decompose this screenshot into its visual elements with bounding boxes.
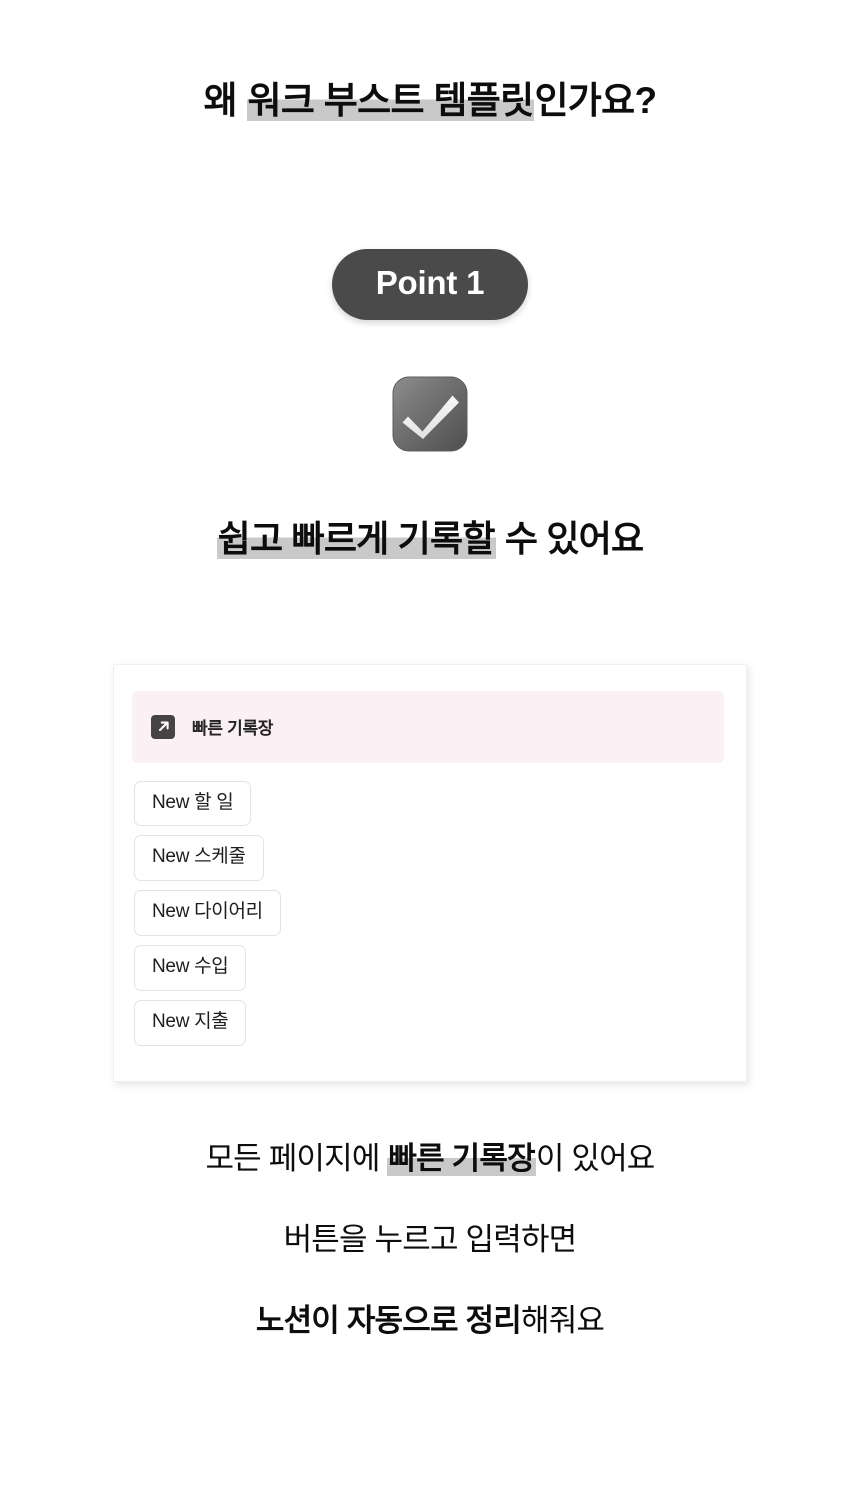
new-expense-button[interactable]: New 지출 <box>134 1000 247 1046</box>
quick-note-header[interactable]: 빠른 기록장 <box>132 690 724 763</box>
new-schedule-button[interactable]: New 스케줄 <box>134 835 264 882</box>
promo-page: 왜 워크 부스트 템플릿인가요? Point 1 쉽고 빠르게 기록할 수 있어… <box>0 0 860 1510</box>
check-icon-row <box>0 376 860 452</box>
footer-description: 모든 페이지에 빠른 기록장이 있어요 버튼을 누르고 입력하면 노션이 자동으… <box>0 1140 860 1340</box>
footer-line-3-regular: 해줘요 <box>520 1302 605 1338</box>
new-diary-button[interactable]: New 다이어리 <box>134 890 281 937</box>
footer-line-1-suffix: 이 있어요 <box>535 1140 656 1176</box>
footer-line-1-prefix: 모든 페이지에 <box>205 1140 388 1176</box>
footer-line-3-bold: 노션이 자동으로 정리 <box>255 1302 522 1338</box>
page-title-prefix: 왜 <box>203 80 247 121</box>
point-badge-row: Point 1 <box>0 249 860 320</box>
section-subtitle: 쉽고 빠르게 기록할 수 있어요 <box>216 510 644 562</box>
arrow-up-right-icon <box>151 714 175 739</box>
page-title: 왜 워크 부스트 템플릿인가요? <box>204 78 657 124</box>
section-subtitle-highlight: 쉽고 빠르게 기록할 <box>216 517 496 559</box>
section-subtitle-suffix: 수 있어요 <box>495 517 644 559</box>
new-entry-button-list: New 할 일 New 스케줄 New 다이어리 New 수입 New 지출 <box>132 780 724 1046</box>
new-todo-button[interactable]: New 할 일 <box>134 780 252 827</box>
footer-line-3: 노션이 자동으로 정리해줘요 <box>0 1302 860 1339</box>
check-mark-button-icon <box>392 376 468 452</box>
page-title-suffix: 인가요? <box>534 80 657 121</box>
footer-line-1-highlight: 빠른 기록장 <box>387 1140 536 1176</box>
footer-line-2: 버튼을 누르고 입력하면 <box>283 1221 578 1257</box>
footer-line-1: 모든 페이지에 빠른 기록장이 있어요 <box>0 1140 860 1177</box>
new-income-button[interactable]: New 수입 <box>134 945 247 992</box>
page-title-highlight: 워크 부스트 템플릿 <box>246 80 535 121</box>
quick-note-card: 빠른 기록장 New 할 일 New 스케줄 New 다이어리 New 수입 N… <box>113 663 747 1082</box>
point-badge: Point 1 <box>331 249 529 320</box>
quick-note-title: 빠른 기록장 <box>192 719 274 739</box>
